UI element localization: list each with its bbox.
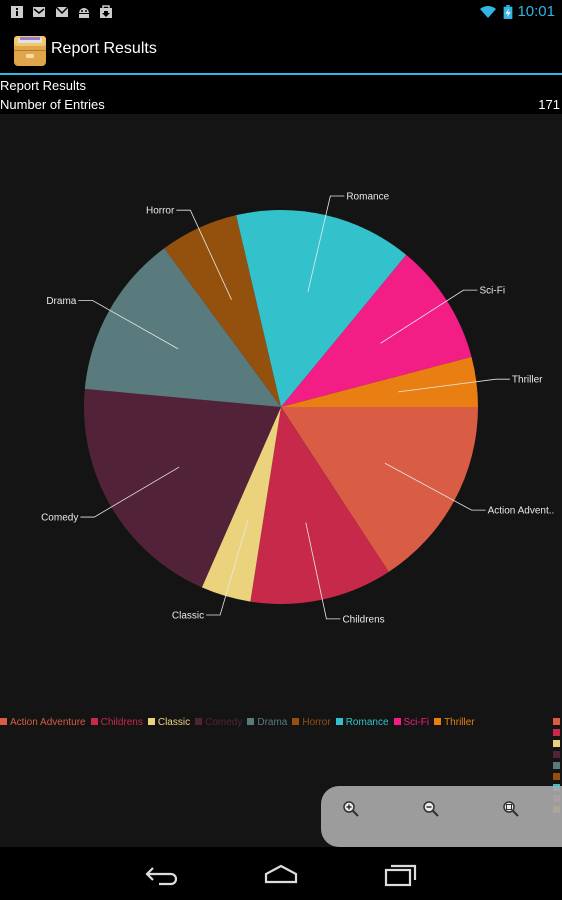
legend-item: Horror xyxy=(292,717,331,728)
legend-swatch xyxy=(434,718,442,725)
legend-label: Classic xyxy=(157,717,191,728)
legend-strip-swatch xyxy=(553,718,560,725)
legend-swatch xyxy=(292,718,300,725)
legend-item: Childrens xyxy=(90,717,143,728)
zoom-panel xyxy=(321,786,562,847)
mail-icon xyxy=(33,7,45,17)
download-icon xyxy=(100,5,112,18)
legend-item: Drama xyxy=(247,717,287,728)
legend-item: Classic xyxy=(147,717,191,728)
file-cabinet-icon[interactable] xyxy=(12,32,48,68)
chart-legend: Action Adventure Childrens Classic Comedy Dr… xyxy=(0,717,480,731)
legend-strip-swatch xyxy=(553,751,560,758)
battery-charging-icon xyxy=(503,5,513,19)
legend-item: Action Adventure xyxy=(0,717,86,728)
gmail-icon xyxy=(55,6,69,17)
legend-strip-swatch xyxy=(553,740,560,747)
legend-strip-swatch xyxy=(553,773,560,780)
legend-swatch xyxy=(247,718,255,725)
status-time: 10:01 xyxy=(517,3,555,20)
legend-swatch xyxy=(0,718,7,725)
slice-label: Drama xyxy=(46,296,76,307)
navigation-bar xyxy=(0,847,562,900)
slice-label: Classic xyxy=(172,610,204,621)
back-icon[interactable] xyxy=(141,860,181,888)
info-icon xyxy=(11,6,23,18)
home-icon[interactable] xyxy=(261,860,301,888)
legend-label: Action Adventure xyxy=(10,717,86,728)
wifi-icon xyxy=(480,5,496,18)
entries-label: Number of Entries xyxy=(0,97,105,112)
app-title: Report Results xyxy=(51,40,157,57)
slice-label: Childrens xyxy=(342,614,384,625)
entries-value: 171 xyxy=(538,97,560,112)
legend-swatch xyxy=(335,718,343,725)
slice-label: Sci-Fi xyxy=(479,286,505,297)
legend-item: Sci-Fi xyxy=(393,717,430,728)
legend-strip-swatch xyxy=(553,729,560,736)
legend-item: Comedy xyxy=(195,717,242,728)
slice-label: Action Advent.. xyxy=(488,506,555,517)
chart-area[interactable]: Action Advent.. Childrens Classic Comedy Dra… xyxy=(0,114,562,847)
legend-swatch xyxy=(147,718,155,725)
slice-label: Horror xyxy=(146,206,175,217)
action-bar: Report Results xyxy=(0,24,562,74)
legend-item: Thriller xyxy=(434,717,475,728)
legend-label: Drama xyxy=(257,717,288,728)
legend-label: Childrens xyxy=(100,717,143,728)
action-bar-divider xyxy=(0,73,562,75)
slice-label: Comedy xyxy=(41,513,78,524)
slice-label: Thriller xyxy=(512,375,543,386)
recent-apps-icon[interactable] xyxy=(381,860,421,888)
zoom-out-icon[interactable] xyxy=(422,800,440,818)
legend-strip-swatch xyxy=(553,762,560,769)
legend-swatch xyxy=(393,718,401,725)
pie-chart[interactable]: Action Advent.. Childrens Classic Comedy Dra… xyxy=(0,114,562,714)
status-bar: 10:01 xyxy=(0,0,562,24)
legend-item: Romance xyxy=(335,717,389,728)
legend-label: Thriller xyxy=(444,717,475,728)
legend-label: Romance xyxy=(345,717,389,728)
slice-label: Romance xyxy=(346,191,389,202)
legend-swatch xyxy=(90,718,98,725)
zoom-in-icon[interactable] xyxy=(342,800,360,818)
legend-label: Horror xyxy=(302,717,331,728)
legend-label: Sci-Fi xyxy=(403,717,430,728)
legend-label: Comedy xyxy=(205,717,243,728)
zoom-reset-icon[interactable] xyxy=(502,800,520,818)
legend-swatch xyxy=(195,718,203,725)
report-title: Report Results xyxy=(0,78,86,93)
android-icon xyxy=(79,8,89,18)
